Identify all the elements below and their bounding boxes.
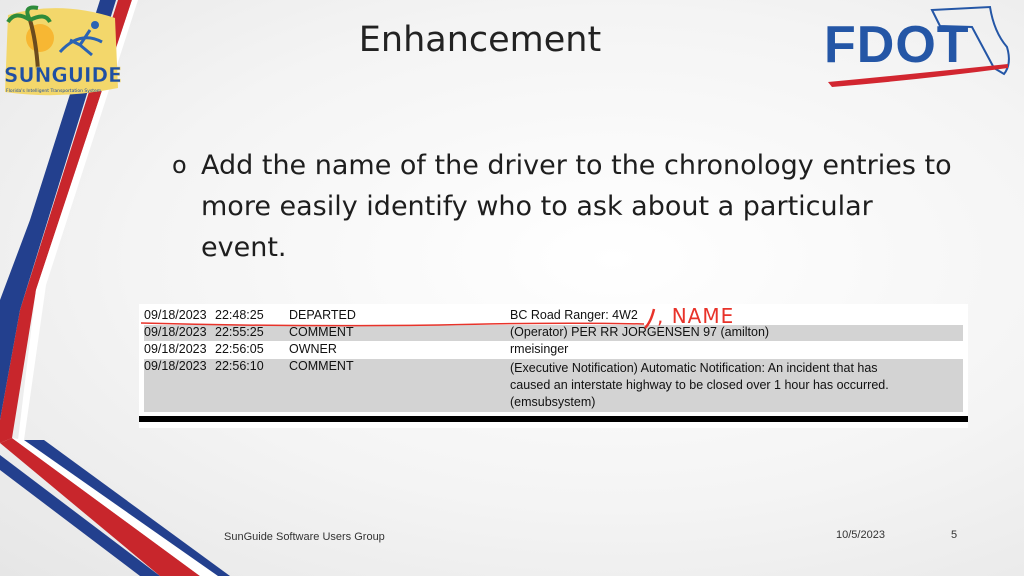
slide-title: Enhancement bbox=[358, 20, 602, 60]
page-number: 5 bbox=[951, 529, 958, 541]
chronology-table: 09/18/2023 22:48:25 DEPARTED BC Road Ran… bbox=[139, 304, 968, 428]
bullet-text: Add the name of the driver to the chrono… bbox=[201, 150, 952, 263]
svg-text:FDOT: FDOT bbox=[824, 16, 970, 74]
row-type: OWNER bbox=[289, 342, 337, 356]
row-date: 09/18/2023 bbox=[144, 359, 207, 373]
sunguide-logo: SUNGUIDE Florida's Intelligent Transport… bbox=[0, 0, 125, 100]
footer-date: 10/5/2023 bbox=[836, 529, 885, 541]
table-row: 09/18/2023 22:56:05 OWNER rmeisinger bbox=[144, 342, 963, 358]
svg-text:Florida's Intelligent Transpor: Florida's Intelligent Transportation Sys… bbox=[6, 88, 101, 94]
svg-text:SUNGUIDE: SUNGUIDE bbox=[4, 63, 122, 87]
annotation-name-text: , NAME bbox=[657, 304, 735, 328]
row-date: 09/18/2023 bbox=[144, 342, 207, 356]
row-time: 22:56:10 bbox=[215, 359, 264, 373]
table-bottom-border bbox=[139, 416, 968, 422]
row-type: COMMENT bbox=[289, 359, 354, 373]
handwritten-annotation bbox=[140, 308, 656, 329]
row-time: 22:56:05 bbox=[215, 342, 264, 356]
row-detail: rmeisinger bbox=[510, 342, 569, 356]
row-detail-line: caused an interstate highway to be close… bbox=[510, 378, 889, 392]
footer-group: SunGuide Software Users Group bbox=[224, 531, 385, 543]
fdot-logo: FDOT bbox=[822, 2, 1018, 88]
table-row: 09/18/2023 22:56:10 COMMENT (Executive N… bbox=[144, 359, 963, 412]
row-detail-line: (emsubsystem) bbox=[510, 395, 596, 409]
row-detail-line: (Executive Notification) Automatic Notif… bbox=[510, 361, 878, 375]
bullet-marker: o bbox=[172, 151, 187, 179]
